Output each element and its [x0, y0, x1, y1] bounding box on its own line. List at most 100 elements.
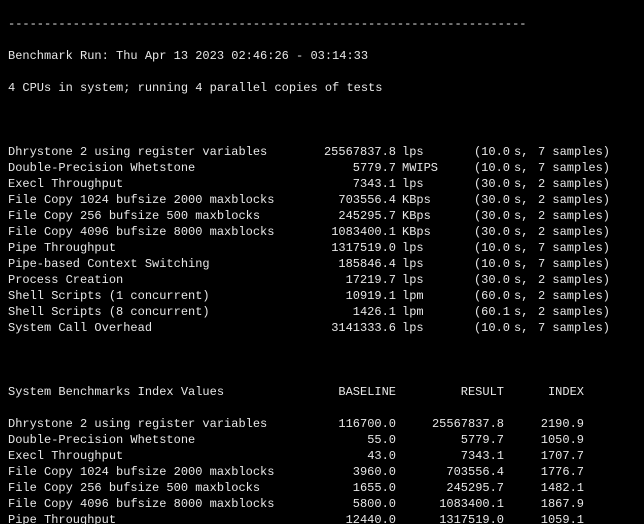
index-header-index: INDEX	[504, 384, 584, 400]
result-unit: lps	[396, 320, 450, 336]
result-value: 245295.7	[308, 208, 396, 224]
result-value: 185846.4	[308, 256, 396, 272]
result-seconds: s,	[510, 224, 538, 240]
index-baseline: 116700.0	[308, 416, 396, 432]
result-unit: lps	[396, 176, 450, 192]
index-result: 703556.4	[396, 464, 504, 480]
index-result: 1317519.0	[396, 512, 504, 524]
index-result: 245295.7	[396, 480, 504, 496]
index-name: Dhrystone 2 using register variables	[8, 416, 308, 432]
result-row: Double-Precision Whetstone5779.7MWIPS(10…	[8, 160, 636, 176]
index-row: Pipe Throughput12440.01317519.01059.1	[8, 512, 636, 524]
result-seconds: s,	[510, 288, 538, 304]
result-row: File Copy 256 bufsize 500 maxblocks24529…	[8, 208, 636, 224]
result-unit: lps	[396, 272, 450, 288]
result-row: Dhrystone 2 using register variables2556…	[8, 144, 636, 160]
index-result: 1083400.1	[396, 496, 504, 512]
index-value: 1059.1	[504, 512, 584, 524]
index-result: 7343.1	[396, 448, 504, 464]
index-header-row: System Benchmarks Index ValuesBASELINERE…	[8, 384, 636, 400]
results-block: Dhrystone 2 using register variables2556…	[8, 144, 636, 336]
result-unit: lps	[396, 240, 450, 256]
result-seconds: s,	[510, 144, 538, 160]
result-seconds: s,	[510, 304, 538, 320]
result-row: Execl Throughput7343.1lps(30.0s,2 sample…	[8, 176, 636, 192]
cpu-info-line: 4 CPUs in system; running 4 parallel cop…	[8, 80, 636, 96]
result-value: 5779.7	[308, 160, 396, 176]
index-header-result: RESULT	[396, 384, 504, 400]
result-row: Pipe-based Context Switching185846.4lps(…	[8, 256, 636, 272]
result-name: Pipe-based Context Switching	[8, 256, 308, 272]
result-row: Shell Scripts (8 concurrent)1426.1lpm(60…	[8, 304, 636, 320]
index-row: Dhrystone 2 using register variables1167…	[8, 416, 636, 432]
result-unit: lpm	[396, 288, 450, 304]
result-seconds: s,	[510, 256, 538, 272]
result-unit: KBps	[396, 224, 450, 240]
result-value: 703556.4	[308, 192, 396, 208]
result-seconds: s,	[510, 160, 538, 176]
index-baseline: 55.0	[308, 432, 396, 448]
result-name: System Call Overhead	[8, 320, 308, 336]
index-value: 1707.7	[504, 448, 584, 464]
result-time: (30.0	[450, 192, 510, 208]
result-time: (30.0	[450, 272, 510, 288]
result-time: (60.1	[450, 304, 510, 320]
result-seconds: s,	[510, 320, 538, 336]
result-row: System Call Overhead3141333.6lps(10.0s,7…	[8, 320, 636, 336]
result-name: File Copy 1024 bufsize 2000 maxblocks	[8, 192, 308, 208]
result-samples: 2 samples)	[538, 224, 628, 240]
result-row: File Copy 4096 bufsize 8000 maxblocks108…	[8, 224, 636, 240]
result-value: 1426.1	[308, 304, 396, 320]
result-value: 25567837.8	[308, 144, 396, 160]
result-name: File Copy 256 bufsize 500 maxblocks	[8, 208, 308, 224]
result-name: Process Creation	[8, 272, 308, 288]
result-name: Execl Throughput	[8, 176, 308, 192]
result-row: Shell Scripts (1 concurrent)10919.1lpm(6…	[8, 288, 636, 304]
index-baseline: 43.0	[308, 448, 396, 464]
result-samples: 2 samples)	[538, 304, 628, 320]
index-header-title: System Benchmarks Index Values	[8, 384, 308, 400]
result-seconds: s,	[510, 240, 538, 256]
result-samples: 2 samples)	[538, 192, 628, 208]
index-name: Execl Throughput	[8, 448, 308, 464]
index-result: 5779.7	[396, 432, 504, 448]
result-samples: 7 samples)	[538, 160, 628, 176]
index-value: 1050.9	[504, 432, 584, 448]
result-samples: 7 samples)	[538, 320, 628, 336]
result-time: (30.0	[450, 176, 510, 192]
index-result: 25567837.8	[396, 416, 504, 432]
index-row: Execl Throughput43.07343.11707.7	[8, 448, 636, 464]
result-time: (10.0	[450, 256, 510, 272]
benchmark-run-line: Benchmark Run: Thu Apr 13 2023 02:46:26 …	[8, 48, 636, 64]
index-name: File Copy 4096 bufsize 8000 maxblocks	[8, 496, 308, 512]
result-samples: 2 samples)	[538, 176, 628, 192]
result-unit: MWIPS	[396, 160, 450, 176]
result-samples: 2 samples)	[538, 272, 628, 288]
result-unit: lpm	[396, 304, 450, 320]
index-name: Pipe Throughput	[8, 512, 308, 524]
index-name: Double-Precision Whetstone	[8, 432, 308, 448]
result-unit: lps	[396, 144, 450, 160]
index-value: 1482.1	[504, 480, 584, 496]
index-value: 2190.9	[504, 416, 584, 432]
result-time: (30.0	[450, 224, 510, 240]
index-baseline: 12440.0	[308, 512, 396, 524]
result-value: 3141333.6	[308, 320, 396, 336]
result-unit: lps	[396, 256, 450, 272]
result-unit: KBps	[396, 208, 450, 224]
result-seconds: s,	[510, 192, 538, 208]
result-name: Shell Scripts (8 concurrent)	[8, 304, 308, 320]
divider-top: ----------------------------------------…	[8, 16, 636, 32]
result-time: (10.0	[450, 160, 510, 176]
index-row: File Copy 256 bufsize 500 maxblocks1655.…	[8, 480, 636, 496]
index-baseline: 3960.0	[308, 464, 396, 480]
index-value: 1776.7	[504, 464, 584, 480]
index-row: File Copy 4096 bufsize 8000 maxblocks580…	[8, 496, 636, 512]
result-value: 10919.1	[308, 288, 396, 304]
index-block: Dhrystone 2 using register variables1167…	[8, 416, 636, 524]
result-seconds: s,	[510, 208, 538, 224]
result-samples: 2 samples)	[538, 208, 628, 224]
result-samples: 2 samples)	[538, 288, 628, 304]
result-samples: 7 samples)	[538, 240, 628, 256]
index-value: 1867.9	[504, 496, 584, 512]
